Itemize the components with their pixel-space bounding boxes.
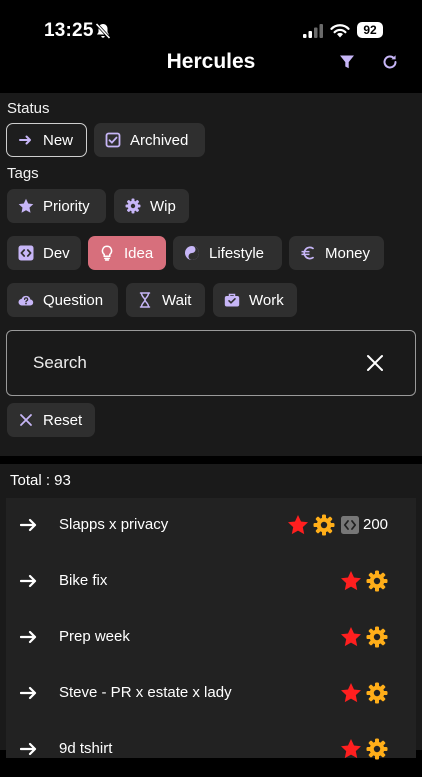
battery-indicator: 92 — [357, 22, 383, 38]
chip-label: Wait — [162, 291, 192, 309]
status-chip-new[interactable]: New — [6, 123, 87, 157]
arrow-right-icon — [20, 518, 37, 532]
wip-gear-icon — [313, 514, 335, 536]
chip-label: Work — [249, 291, 284, 309]
bell-slash-icon — [95, 22, 111, 40]
tags-section-label: Tags — [7, 165, 39, 182]
dev-code-icon — [341, 516, 359, 534]
chip-label: Question — [43, 291, 104, 309]
cellular-signal-icon — [303, 24, 323, 38]
wip-gear-icon — [366, 682, 388, 704]
arrow-right-icon — [20, 686, 37, 700]
tag-chip-work[interactable]: Work — [213, 283, 297, 317]
euro-icon — [301, 246, 314, 260]
search-input[interactable] — [33, 351, 333, 375]
item-title: Prep week — [59, 628, 130, 645]
priority-star-icon — [341, 627, 361, 647]
tag-chip-money[interactable]: Money — [289, 236, 384, 270]
chip-label: New — [43, 131, 74, 149]
tag-chip-dev[interactable]: Dev — [7, 236, 81, 270]
priority-star-icon — [341, 683, 361, 703]
reset-button[interactable]: Reset — [7, 403, 95, 437]
tag-chip-wip[interactable]: Wip — [114, 189, 189, 223]
priority-star-icon — [341, 739, 361, 759]
chip-label: Money — [325, 244, 371, 262]
status-time: 13:25 — [44, 20, 94, 41]
navigation-bar: Hercules — [0, 50, 422, 84]
priority-star-icon — [341, 571, 361, 591]
total-count: Total : 93 — [10, 472, 71, 489]
filter-panel: Status New Archived Tags Priority Wip De… — [0, 93, 422, 456]
arrow-right-icon — [19, 135, 31, 145]
list-item[interactable]: Prep week — [6, 610, 416, 665]
reset-label: Reset — [43, 411, 83, 429]
close-icon — [20, 414, 32, 426]
gear-icon — [125, 198, 141, 214]
search-box — [6, 330, 416, 396]
item-list: Slapps x privacy 200 Bike fix Prep week … — [6, 498, 416, 760]
chip-label: Wip — [150, 197, 176, 215]
tag-chip-priority[interactable]: Priority — [7, 189, 106, 223]
page-title: Hercules — [166, 50, 256, 73]
chip-label: Lifestyle — [209, 244, 265, 262]
arrow-right-icon — [20, 742, 37, 756]
tag-chip-idea[interactable]: Idea — [88, 236, 166, 270]
list-item[interactable]: Bike fix — [6, 554, 416, 609]
list-item[interactable]: Slapps x privacy 200 — [6, 498, 416, 553]
chip-label: Archived — [130, 131, 189, 149]
arrow-right-icon — [20, 574, 37, 588]
item-title: Slapps x privacy — [59, 516, 169, 533]
code-icon — [18, 245, 34, 261]
checkbox-icon — [105, 132, 121, 148]
tag-chip-wait[interactable]: Wait — [126, 283, 205, 317]
wifi-icon — [330, 24, 350, 38]
wip-gear-icon — [366, 570, 388, 592]
item-title: Bike fix — [59, 572, 108, 589]
tag-chip-lifestyle[interactable]: Lifestyle — [173, 236, 282, 270]
status-chip-archived[interactable]: Archived — [94, 123, 205, 157]
clear-search-icon[interactable] — [366, 354, 384, 372]
status-section-label: Status — [7, 100, 50, 117]
hourglass-icon — [139, 292, 151, 308]
briefcase-icon — [224, 293, 240, 307]
cloud-question-icon — [18, 295, 34, 306]
wip-gear-icon — [366, 626, 388, 648]
yin-yang-icon — [185, 246, 199, 260]
chip-label: Priority — [43, 197, 90, 215]
lightbulb-icon — [101, 245, 113, 261]
status-bar: 13:25 92 — [0, 0, 422, 50]
item-title: 9d tshirt — [59, 740, 113, 757]
chip-label: Dev — [43, 244, 70, 262]
tag-chip-question[interactable]: Question — [7, 283, 118, 317]
filter-icon[interactable] — [337, 52, 357, 72]
list-item[interactable]: Steve - PR x estate x lady — [6, 666, 416, 721]
refresh-icon[interactable] — [380, 52, 400, 72]
wip-gear-icon — [366, 738, 388, 760]
item-count: 200 — [363, 516, 389, 533]
arrow-right-icon — [20, 630, 37, 644]
item-title: Steve - PR x estate x lady — [59, 684, 232, 701]
chip-label: Idea — [124, 244, 154, 262]
star-icon — [18, 198, 34, 213]
priority-star-icon — [288, 515, 308, 535]
